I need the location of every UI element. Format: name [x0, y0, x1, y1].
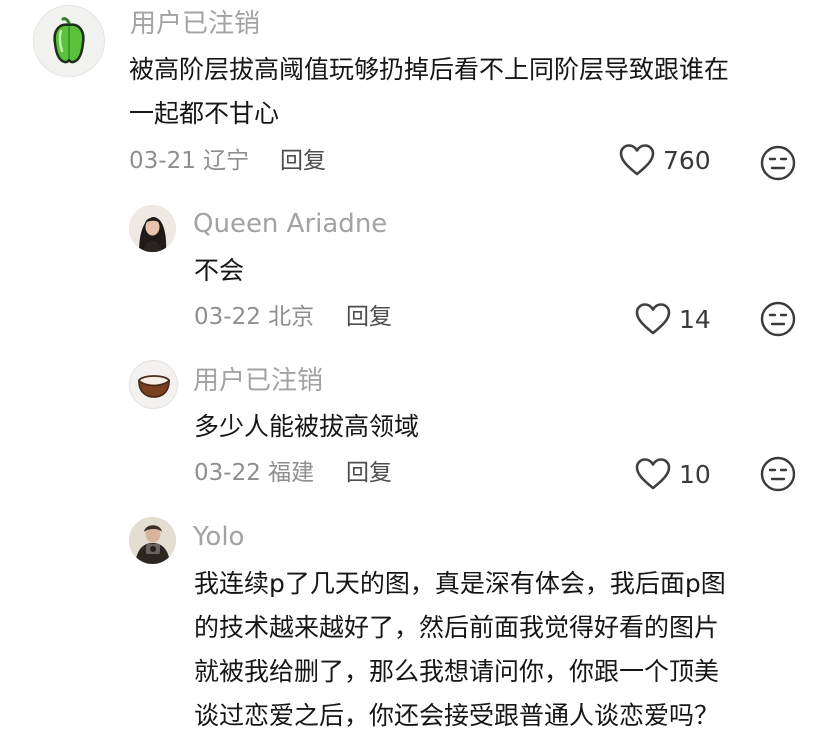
- date-location: 03-22 北京: [194, 304, 315, 330]
- comment-line: 不会: [194, 256, 245, 285]
- comment-line: 的技术越来越好了，然后前面我觉得好看的图片: [194, 613, 720, 642]
- avatar[interactable]: [129, 517, 176, 564]
- comment-text: 我连续p了几天的图，真是深有体会，我后面p图 的技术越来越好了，然后前面我觉得好…: [194, 562, 726, 738]
- green-pepper-icon: [53, 17, 85, 64]
- comment-line: 我连续p了几天的图，真是深有体会，我后面p图: [194, 569, 726, 598]
- meh-face-icon: [760, 301, 796, 337]
- like-count: 760: [663, 145, 711, 175]
- dislike-emoji-button[interactable]: [760, 301, 796, 337]
- comment-line: 就被我给删了，那么我想请问你，你跟一个顶美: [194, 657, 720, 686]
- avatar[interactable]: [129, 360, 178, 409]
- comment-line: 谈过恋爱之后，你还会接受跟普通人谈恋爱吗？: [194, 701, 720, 730]
- dislike-emoji-button[interactable]: [760, 456, 796, 492]
- reply-button[interactable]: 回复: [280, 147, 326, 175]
- username[interactable]: 用户已注销: [193, 366, 323, 396]
- coconut-bowl-icon: [137, 374, 170, 398]
- avatar[interactable]: [33, 5, 105, 77]
- comment-line: 被高阶层拔高阈值玩够扔掉后看不上同阶层导致跟谁在: [129, 55, 730, 84]
- heart-icon: [635, 458, 671, 490]
- date-location: 03-22 福建: [194, 460, 315, 486]
- comment-line: 多少人能被拔高领域: [194, 412, 420, 441]
- like-count: 14: [679, 304, 711, 334]
- meh-face-icon: [760, 456, 796, 492]
- like-button[interactable]: 760: [619, 143, 711, 177]
- heart-icon: [619, 144, 655, 176]
- like-count: 10: [679, 459, 711, 489]
- heart-icon: [635, 303, 671, 335]
- comment-text: 不会: [194, 249, 244, 293]
- username[interactable]: 用户已注销: [130, 9, 260, 39]
- like-button[interactable]: 10: [635, 457, 711, 491]
- avatar[interactable]: [129, 205, 176, 252]
- username[interactable]: Yolo: [193, 522, 244, 552]
- user-photo: [129, 205, 176, 252]
- like-button[interactable]: 14: [635, 302, 711, 336]
- date-location: 03-21 辽宁: [129, 148, 250, 174]
- meh-face-icon: [760, 145, 796, 181]
- comment-text: 被高阶层拔高阈值玩够扔掉后看不上同阶层导致跟谁在 一起都不甘心: [129, 48, 729, 136]
- comment-text: 多少人能被拔高领域: [194, 405, 419, 449]
- reply-button[interactable]: 回复: [346, 459, 392, 487]
- comment-line: 一起都不甘心: [129, 99, 280, 128]
- username[interactable]: Queen Ariadne: [193, 209, 387, 239]
- user-photo: [129, 517, 176, 564]
- dislike-emoji-button[interactable]: [760, 145, 796, 181]
- reply-button[interactable]: 回复: [346, 303, 392, 331]
